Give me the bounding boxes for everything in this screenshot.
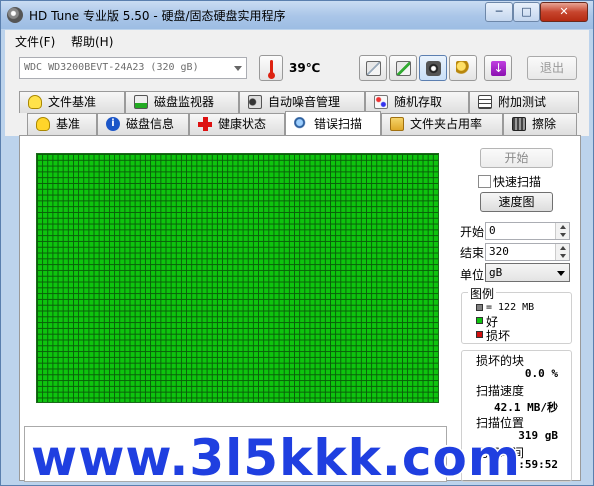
block-size-label: = 122 MB	[486, 302, 535, 313]
tab-disk-monitor[interactable]: 磁盘监视器	[125, 91, 239, 113]
unit-select[interactable]: gB	[485, 263, 570, 282]
speaker-icon	[248, 95, 262, 109]
title-bar[interactable]: HD Tune 专业版 5.50 - 硬盘/固态硬盘实用程序 ─ □ ✕	[1, 1, 593, 29]
speed-map-button[interactable]: 速度图	[480, 192, 553, 212]
thermometer-icon	[259, 55, 283, 81]
random-dots-icon	[374, 95, 388, 109]
quick-scan-checkbox[interactable]	[478, 175, 491, 188]
menu-help[interactable]: 帮助(H)	[71, 33, 113, 50]
toolbar: WDC WD3200BEVT-24A23 (320 gB) 39℃ ↓ 退出	[5, 52, 589, 88]
exit-button[interactable]: 退出	[527, 56, 577, 80]
temperature-value: 39℃	[289, 61, 321, 75]
scan-block-grid	[36, 153, 439, 403]
copy-info-icon	[366, 61, 381, 76]
tab-error-scan[interactable]: 错误扫描	[285, 111, 381, 135]
save-button[interactable]: ↓	[484, 55, 512, 81]
tab-aam[interactable]: 自动噪音管理	[239, 91, 365, 113]
tab-extra-tests[interactable]: 附加测试	[469, 91, 579, 113]
spinner-arrows-icon[interactable]	[555, 244, 569, 260]
bad-swatch	[476, 331, 483, 338]
tab-disk-info[interactable]: i 磁盘信息	[97, 113, 189, 135]
tab-file-benchmark[interactable]: 文件基准	[19, 91, 125, 113]
copy-screen-button[interactable]	[389, 55, 417, 81]
quick-scan-label: 快速扫描	[493, 175, 542, 189]
calculator-icon	[478, 95, 492, 109]
options-wrench-icon	[456, 61, 471, 76]
maximize-button[interactable]: □	[513, 2, 540, 22]
start-scan-button[interactable]: 开始	[480, 148, 553, 168]
legend-title: 图例	[468, 285, 497, 302]
tab-folder-usage[interactable]: 文件夹占用率	[381, 113, 503, 135]
window-title: HD Tune 专业版 5.50 - 硬盘/固态硬盘实用程序	[29, 9, 286, 23]
info-icon: i	[106, 117, 120, 131]
app-window: HD Tune 专业版 5.50 - 硬盘/固态硬盘实用程序 ─ □ ✕ 文件(…	[0, 0, 594, 486]
scan-speed-label: 扫描速度	[476, 384, 525, 398]
menu-file[interactable]: 文件(F)	[15, 33, 55, 50]
block-size-swatch	[476, 304, 483, 311]
bad-blocks-label: 损坏的块	[476, 354, 525, 368]
tab-strip: 文件基准 磁盘监视器 自动噪音管理 随机存取 附加测试 基准 i 磁盘信息 健康…	[5, 88, 589, 136]
chevron-down-icon	[234, 66, 242, 71]
tab-erase[interactable]: 擦除	[503, 113, 577, 135]
tab-benchmark[interactable]: 基准	[27, 113, 97, 135]
start-position-label: 开始	[460, 225, 485, 239]
folder-icon	[390, 117, 404, 131]
drive-select[interactable]: WDC WD3200BEVT-24A23 (320 gB)	[19, 57, 247, 79]
end-position-input[interactable]: 320	[485, 243, 570, 261]
bulb-icon	[28, 95, 42, 109]
hdtune-app-icon	[7, 7, 23, 23]
lightbulb-icon	[36, 117, 50, 131]
tab-random-access[interactable]: 随机存取	[365, 91, 469, 113]
copy-info-button[interactable]	[359, 55, 387, 81]
magnifier-icon	[294, 117, 308, 131]
good-swatch	[476, 317, 483, 324]
copy-screen-icon	[396, 61, 411, 76]
monitor-chart-icon	[134, 95, 148, 109]
red-cross-icon	[198, 117, 212, 131]
screenshot-button[interactable]	[419, 55, 447, 81]
drive-select-value: WDC WD3200BEVT-24A23 (320 gB)	[24, 62, 199, 73]
trash-icon	[512, 117, 526, 131]
start-position-input[interactable]: 0	[485, 222, 570, 240]
menu-bar: 文件(F) 帮助(H)	[5, 30, 589, 52]
bad-label: 损坏	[486, 329, 511, 343]
screenshot-camera-icon	[426, 61, 441, 76]
bad-blocks-value: 0.0 %	[524, 367, 558, 380]
chevron-down-icon	[557, 271, 565, 276]
scan-speed-value: 42.1 MB/秒	[494, 401, 558, 414]
end-position-label: 结束	[460, 246, 485, 260]
options-button[interactable]	[449, 55, 477, 81]
save-download-icon: ↓	[491, 61, 506, 76]
close-button[interactable]: ✕	[540, 2, 588, 22]
spinner-arrows-icon[interactable]	[555, 223, 569, 239]
minimize-button[interactable]: ─	[485, 2, 513, 22]
site-watermark: www.3l5kkk.com	[31, 429, 521, 486]
tab-health[interactable]: 健康状态	[189, 113, 285, 135]
unit-label: 单位	[460, 268, 485, 282]
